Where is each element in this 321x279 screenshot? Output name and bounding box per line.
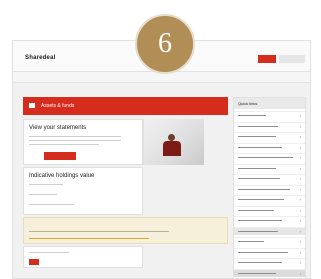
statements-text (29, 136, 121, 137)
quick-link-label (238, 220, 282, 221)
notice-panel (23, 217, 228, 244)
small-red-button[interactable] (29, 259, 39, 265)
banner-title: Assets & funds (41, 103, 75, 109)
quick-link-item[interactable]: › (234, 247, 305, 256)
quick-link-item[interactable]: › (234, 258, 305, 266)
quick-link-label (238, 262, 282, 263)
logout-button[interactable] (258, 55, 276, 63)
quick-link-item[interactable]: › (234, 153, 305, 161)
advisor-figure (163, 134, 181, 156)
bottom-text (29, 252, 69, 253)
quick-link-item[interactable]: › (234, 226, 305, 235)
chevron-right-icon: › (299, 218, 301, 223)
chevron-right-icon: › (299, 228, 301, 234)
chevron-right-icon: › (299, 249, 301, 255)
chevron-right-icon: › (299, 123, 301, 129)
chevron-right-icon: › (299, 134, 301, 139)
notice-link[interactable] (29, 238, 149, 239)
quick-link-label (238, 230, 278, 232)
chevron-right-icon: › (299, 144, 301, 150)
quick-link-label (238, 136, 276, 137)
quick-link-item[interactable]: › (234, 163, 305, 172)
quick-link-label (238, 115, 266, 116)
chevron-right-icon: › (299, 155, 301, 160)
quick-link-label (238, 272, 276, 274)
quick-link-label (238, 157, 293, 158)
quick-link-label (238, 199, 284, 200)
holdings-card: Indicative holdings value (23, 167, 143, 215)
quick-link-item[interactable]: › (234, 195, 305, 203)
chevron-right-icon: › (299, 186, 301, 192)
quick-link-label (238, 241, 264, 242)
assets-funds-banner: Assets & funds (23, 97, 228, 115)
quick-link-item[interactable]: › (234, 216, 305, 224)
chevron-right-icon: › (299, 165, 301, 171)
notice-text (29, 231, 169, 232)
chevron-right-icon: › (299, 260, 301, 265)
statements-text (29, 140, 121, 141)
quick-link-label (238, 146, 282, 148)
holdings-text (29, 184, 63, 185)
chevron-right-icon: › (299, 113, 301, 118)
quick-links-header: Quick links (234, 98, 305, 109)
quick-link-item[interactable]: › (234, 121, 305, 130)
chevron-right-icon: › (299, 239, 301, 244)
quick-link-item[interactable]: › (234, 132, 305, 140)
screenshot-frame: Sharedeal Assets & funds View your state… (12, 40, 311, 279)
quick-link-label (238, 188, 290, 190)
view-statements-button[interactable] (44, 152, 76, 160)
holdings-text (29, 204, 74, 205)
quick-link-label (238, 209, 274, 211)
step-badge: 6 (135, 14, 195, 74)
quick-link-item[interactable]: › (234, 174, 305, 182)
quick-link-item[interactable]: › (234, 205, 305, 214)
quick-link-label (238, 167, 276, 169)
quick-link-label (238, 251, 288, 253)
chevron-right-icon: › (299, 207, 301, 213)
quick-link-item[interactable]: › (234, 142, 305, 151)
quick-link-label (238, 178, 280, 179)
briefcase-icon (29, 103, 35, 108)
quick-link-item[interactable]: › (234, 111, 305, 119)
bottom-card (23, 246, 143, 268)
statements-text (29, 144, 99, 145)
quick-link-label (238, 125, 278, 127)
quick-link-item[interactable]: › (234, 184, 305, 193)
holdings-text (29, 194, 57, 195)
statements-card: View your statements (23, 119, 143, 165)
quick-links-panel: Quick links › › › › › › › › › › › › › › › › (233, 97, 306, 278)
chevron-right-icon: › (299, 270, 301, 276)
quick-link-item[interactable]: › (234, 268, 305, 277)
chevron-right-icon: › (299, 197, 301, 202)
logo: Sharedeal (25, 55, 56, 61)
quick-link-item[interactable]: › (234, 237, 305, 245)
chevron-right-icon: › (299, 176, 301, 181)
contact-button[interactable] (279, 55, 305, 63)
statements-title: View your statements (29, 125, 87, 131)
holdings-title: Indicative holdings value (29, 173, 95, 179)
